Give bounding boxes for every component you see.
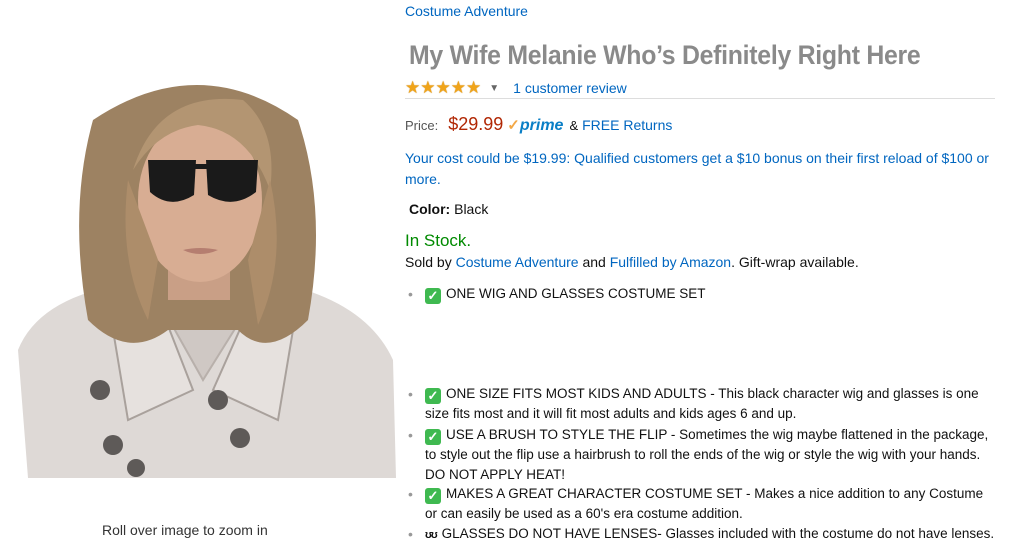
bullet-dot: • [408,486,413,502]
feature-text: MAKES A GREAT CHARACTER COSTUME SET - Ma… [425,486,984,521]
color-label: Color: [409,201,451,217]
color-row: Color: Black [409,201,488,217]
rating-stars[interactable]: ★★★★★ [405,79,481,98]
glasses-icon: ʊʊ [425,529,438,541]
promo-link[interactable]: Your cost could be $19.99: Qualified cus… [405,148,995,190]
free-returns-link[interactable]: FREE Returns [582,117,672,133]
feature-text: USE A BRUSH TO STYLE THE FLIP - Sometime… [425,427,989,482]
zoom-hint: Roll over image to zoom in [102,522,268,538]
stock-status: In Stock. [405,231,472,250]
star-icon: ★ [405,77,421,97]
feature-bullet: • ✓ USE A BRUSH TO STYLE THE FLIP - Somet… [405,425,995,485]
sold-by-and: and [582,254,606,270]
divider [405,98,995,99]
feature-bullet: • ʊʊ GLASSES DO NOT HAVE LENSES- Glasses … [405,524,1005,545]
star-icon: ★ [450,77,466,97]
price-label: Price: [405,118,439,133]
check-icon: ✓ [425,429,441,445]
sold-by-suffix: . Gift-wrap available. [731,254,859,270]
check-icon: ✓ [425,288,441,304]
bullet-dot: • [408,286,413,302]
feature-bullet: • ✓ ONE SIZE FITS MOST KIDS AND ADULTS - … [405,384,995,424]
star-icon: ★ [435,77,451,97]
product-image-panel: Roll over image to zoom in [0,0,400,546]
prime-check-icon: ✓ [507,117,520,134]
feature-text: GLASSES DO NOT HAVE LENSES- Glasses incl… [441,526,995,541]
rating-row: ★★★★★ ▼ 1 customer review [405,78,627,98]
customer-review-link[interactable]: 1 customer review [513,80,627,96]
price-ampersand: & [569,118,579,133]
check-icon: ✓ [425,388,441,404]
feature-bullet: • ✓ MAKES A GREAT CHARACTER COSTUME SET -… [405,484,995,524]
sold-by-prefix: Sold by [405,254,452,270]
bullet-dot: • [408,526,413,542]
fulfilled-by-amazon-link[interactable]: Fulfilled by Amazon [610,254,731,270]
price-row: Price: $29.99 ✓ prime & FREE Returns [405,114,672,135]
feature-text: ONE SIZE FITS MOST KIDS AND ADULTS - Thi… [425,386,979,421]
prime-badge: prime [519,117,564,134]
check-icon: ✓ [425,488,441,504]
star-icon: ★ [420,77,436,97]
chevron-down-icon[interactable]: ▼ [489,83,499,94]
feature-bullet: • ✓ ONE WIG AND GLASSES COSTUME SET [405,284,995,304]
product-title: My Wife Melanie Who’s Definitely Right H… [409,40,921,70]
price-value: $29.99 [448,114,504,134]
seller-link[interactable]: Costume Adventure [456,254,579,270]
star-icon: ★ [466,77,482,97]
bullet-dot: • [408,386,413,402]
color-value: Black [454,201,489,217]
sold-by-line: Sold by Costume Adventure and Fulfilled … [405,254,859,270]
bullet-dot: • [408,427,413,443]
brand-link[interactable]: Costume Adventure [405,3,528,19]
product-image[interactable] [8,60,396,478]
feature-text: ONE WIG AND GLASSES COSTUME SET [446,286,706,301]
